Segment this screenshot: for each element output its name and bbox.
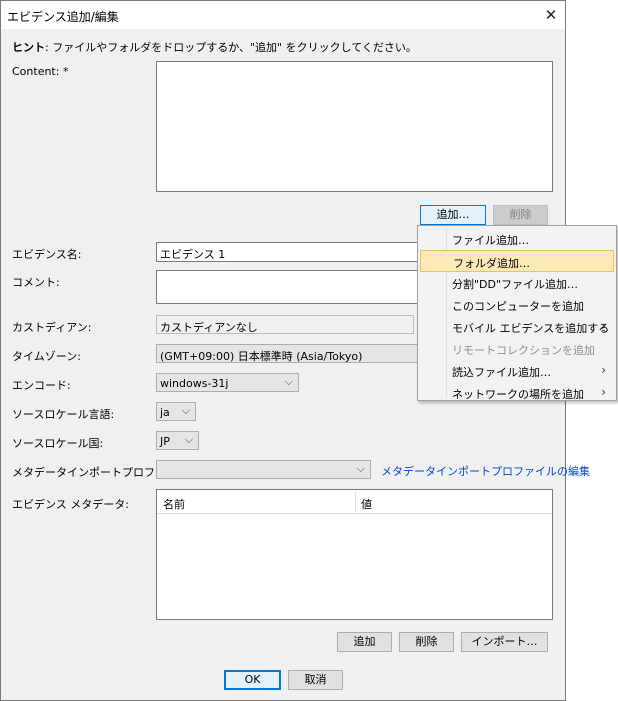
hint-text: ヒント: ファイルやフォルダをドロップするか、"追加" をクリックしてください。 <box>12 39 417 55</box>
menu-item-add-load-file[interactable]: 読込ファイル追加… › <box>420 360 614 382</box>
metadata-delete-button[interactable]: 削除 <box>399 632 454 652</box>
encoding-label: エンコード: <box>12 379 71 392</box>
content-add-button[interactable]: 追加… <box>420 205 486 225</box>
menu-item-label: 読込ファイル追加… <box>452 366 551 379</box>
encoding-select[interactable]: windows-31j ⌵ <box>156 373 299 392</box>
menu-item-label: ファイル追加… <box>452 234 529 247</box>
locale-language-value: ja <box>160 406 170 419</box>
content-label: Content: * <box>12 65 69 78</box>
chevron-down-icon: ⌵ <box>181 404 190 417</box>
submenu-arrow-icon: › <box>601 319 606 333</box>
hint-bold: ヒント <box>12 41 45 54</box>
chevron-down-icon: ⌵ <box>356 462 365 475</box>
content-delete-button[interactable]: 削除 <box>493 205 548 225</box>
menu-item-add-this-computer[interactable]: このコンピューターを追加 <box>420 294 614 316</box>
metadata-import-edit-link[interactable]: メタデータインポートプロファイルの編集 <box>381 463 590 479</box>
locale-country-value: JP <box>160 435 170 448</box>
custodian-value: カストディアンなし <box>160 321 258 334</box>
menu-item-label: 分割"DD"ファイル追加… <box>452 278 579 291</box>
timezone-label: タイムゾーン: <box>12 350 81 363</box>
menu-item-add-file[interactable]: ファイル追加… <box>420 228 614 250</box>
encoding-value: windows-31j <box>160 377 229 390</box>
locale-language-label: ソースロケール言語: <box>12 408 115 421</box>
window-title: エビデンス追加/編集 <box>7 10 119 24</box>
timezone-value: (GMT+09:00) 日本標準時 (Asia/Tokyo) <box>160 350 363 363</box>
chevron-down-icon: ⌵ <box>284 375 293 388</box>
ok-button[interactable]: OK <box>224 670 281 690</box>
menu-item-add-split-dd[interactable]: 分割"DD"ファイル追加… <box>420 272 614 294</box>
column-header-name[interactable]: 名前 <box>163 496 185 512</box>
title-bar[interactable]: エビデンス追加/編集 ✕ <box>1 1 565 29</box>
comment-label: コメント: <box>12 276 60 289</box>
evidence-name-value: エビデンス 1 <box>160 248 226 261</box>
locale-country-select[interactable]: JP ⌵ <box>156 431 199 450</box>
locale-language-select[interactable]: ja ⌵ <box>156 402 196 421</box>
evidence-metadata-label: エビデンス メタデータ: <box>12 498 129 511</box>
column-divider <box>355 492 356 512</box>
chevron-down-icon: ⌵ <box>184 433 193 446</box>
evidence-name-input[interactable]: エビデンス 1 <box>156 242 418 262</box>
table-header: 名前 値 <box>157 490 552 514</box>
custodian-label: カストディアン: <box>12 321 92 334</box>
column-header-value[interactable]: 値 <box>361 496 372 512</box>
menu-item-add-folder[interactable]: フォルダ追加… <box>420 250 614 272</box>
locale-country-label: ソースロケール国: <box>12 437 104 450</box>
evidence-name-label: エビデンス名: <box>12 248 82 261</box>
menu-item-add-network-location[interactable]: ネットワークの場所を追加 › <box>420 382 614 404</box>
timezone-select[interactable]: (GMT+09:00) 日本標準時 (Asia/Tokyo) <box>156 344 418 363</box>
metadata-import-select[interactable]: ⌵ <box>156 460 371 479</box>
menu-item-label: ネットワークの場所を追加 <box>452 388 584 401</box>
menu-item-label: フォルダ追加… <box>453 257 530 270</box>
menu-item-add-mobile-evidence[interactable]: モバイル エビデンスを追加する › <box>420 316 614 338</box>
close-icon[interactable]: ✕ <box>539 3 563 27</box>
cancel-button[interactable]: 取消 <box>288 670 343 690</box>
comment-input[interactable] <box>156 270 418 304</box>
menu-item-add-remote-collection: リモートコレクションを追加 <box>420 338 614 360</box>
menu-item-label: リモートコレクションを追加 <box>452 344 595 357</box>
metadata-import-button[interactable]: インポート… <box>461 632 548 652</box>
menu-item-label: モバイル エビデンスを追加する <box>452 322 610 335</box>
custodian-field[interactable]: カストディアンなし <box>156 315 414 334</box>
content-drop-area[interactable] <box>156 61 553 192</box>
menu-item-label: このコンピューターを追加 <box>452 300 584 313</box>
add-dropdown-menu: ファイル追加… フォルダ追加… 分割"DD"ファイル追加… このコンピューターを… <box>417 225 617 401</box>
metadata-table[interactable]: 名前 値 <box>156 489 553 620</box>
submenu-arrow-icon: › <box>601 385 606 399</box>
metadata-add-button[interactable]: 追加 <box>337 632 392 652</box>
hint-body: : ファイルやフォルダをドロップするか、"追加" をクリックしてください。 <box>45 41 417 54</box>
submenu-arrow-icon: › <box>601 363 606 377</box>
